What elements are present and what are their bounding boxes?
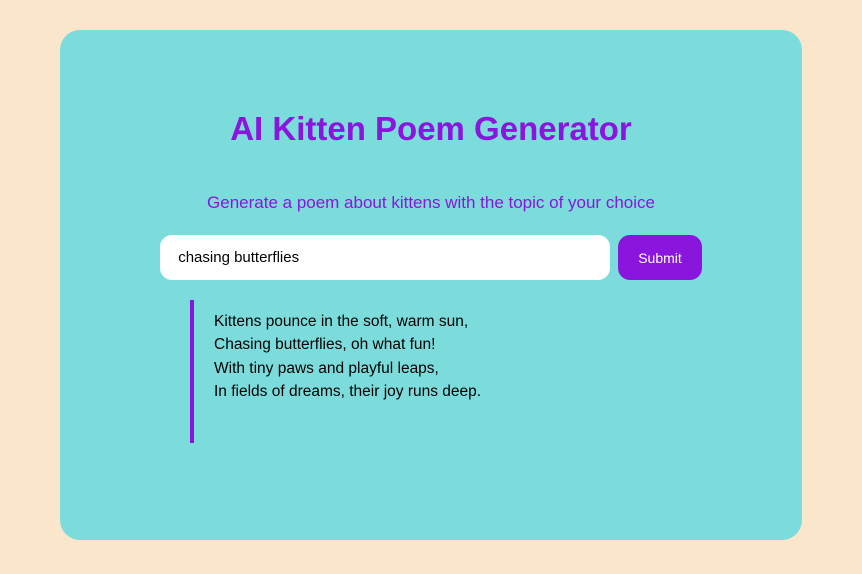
- topic-input[interactable]: [160, 235, 610, 280]
- page-title: AI Kitten Poem Generator: [230, 110, 632, 148]
- poem-text: Kittens pounce in the soft, warm sun, Ch…: [214, 310, 612, 403]
- poem-container: Kittens pounce in the soft, warm sun, Ch…: [190, 300, 612, 443]
- page-subtitle: Generate a poem about kittens with the t…: [207, 193, 655, 213]
- submit-button[interactable]: Submit: [618, 235, 702, 280]
- form-row: Submit: [150, 235, 712, 280]
- main-card: AI Kitten Poem Generator Generate a poem…: [60, 30, 802, 540]
